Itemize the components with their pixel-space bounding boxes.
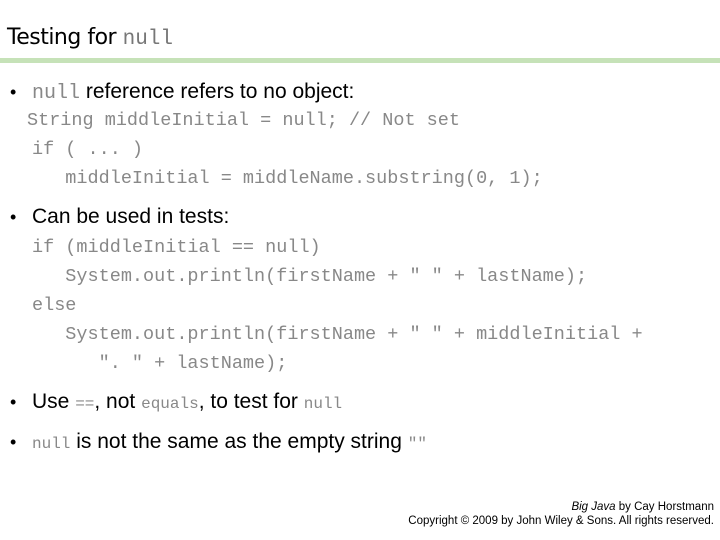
bullet-used-in-tests: • Can be used in tests:: [10, 205, 229, 229]
bullet-dot-icon: •: [10, 207, 17, 227]
bullet-null-reference: • null reference refers to no object:: [10, 80, 354, 105]
bullet-use-equals: • Use ==, not equals, to test for null: [10, 390, 342, 414]
code-line: else: [32, 295, 77, 316]
bullet-text: Can be used in tests:: [32, 205, 230, 228]
title-code: null: [122, 28, 174, 51]
bullet-code: "": [407, 435, 427, 453]
bullet-code: equals: [141, 395, 199, 413]
bullet-text: reference refers to no object:: [80, 80, 355, 103]
bullet-text: , not: [94, 390, 142, 413]
bullet-code: ==: [75, 395, 95, 413]
bullet-dot-icon: •: [10, 432, 17, 452]
bullet-code: null: [32, 435, 71, 453]
code-line: System.out.println(firstName + " " + mid…: [32, 324, 643, 345]
code-line: if ( ... ): [32, 139, 144, 160]
bullet-code: null: [32, 82, 81, 105]
code-line: ". " + lastName);: [32, 353, 288, 374]
code-line: System.out.println(firstName + " " + las…: [32, 266, 588, 287]
bullet-dot-icon: •: [10, 392, 17, 412]
code-line: if (middleInitial == null): [32, 237, 321, 258]
bullet-code: null: [303, 395, 343, 413]
code-line: middleInitial = middleName.substring(0, …: [32, 168, 543, 189]
bullet-text: Use: [32, 390, 76, 413]
bullet-text: , to test for: [198, 390, 304, 413]
book-title: Big Java: [571, 501, 616, 513]
book-author: by Cay Horstmann: [615, 501, 714, 513]
title-divider: [0, 58, 720, 63]
title-text: Testing for: [7, 25, 117, 50]
footer-copyright: Copyright © 2009 by John Wiley & Sons. A…: [408, 515, 714, 527]
bullet-text: is not the same as the empty string: [70, 430, 408, 453]
slide-title: Testing for null: [7, 25, 173, 51]
footer-credits: Big Java by Cay Horstmann Copyright © 20…: [408, 500, 714, 528]
footer-book-line: Big Java by Cay Horstmann: [408, 500, 714, 514]
bullet-empty-string: • null is not the same as the empty strin…: [10, 430, 427, 454]
code-line: String middleInitial = null; // Not set: [27, 110, 460, 131]
bullet-dot-icon: •: [10, 82, 17, 102]
